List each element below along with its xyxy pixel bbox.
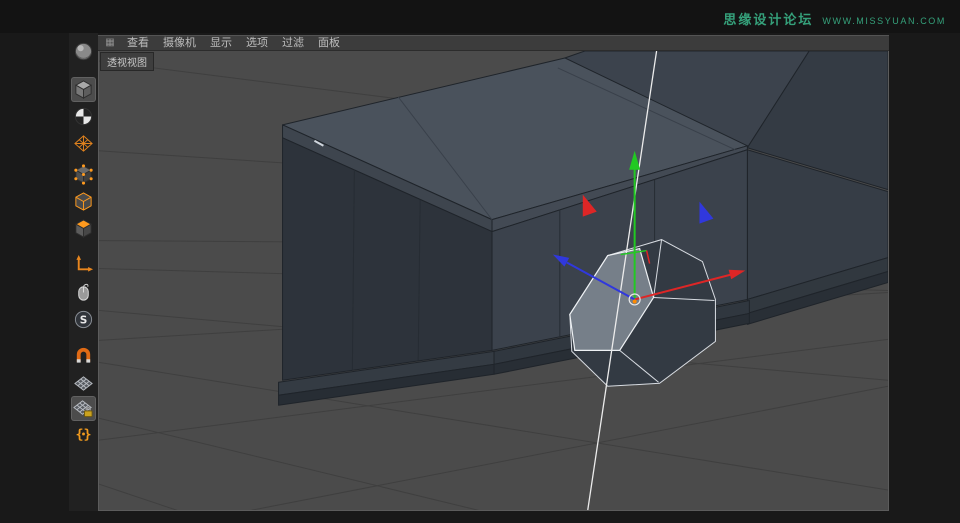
tool-edges-mode[interactable] (72, 190, 95, 213)
polygons-mode-icon (74, 219, 93, 238)
menu-options[interactable]: 选项 (239, 36, 275, 50)
top-title-bar: 思缘设计论坛 WWW.MISSYUAN.COM (0, 0, 960, 33)
tool-magnet[interactable] (72, 343, 95, 366)
tool-axis-mode[interactable] (72, 253, 95, 276)
brackets-icon: {} (75, 427, 91, 442)
menu-filter[interactable]: 过滤 (275, 36, 311, 50)
forum-watermark: 思缘设计论坛 WWW.MISSYUAN.COM (723, 9, 946, 28)
viewport-grip-icon[interactable]: ▦ (100, 36, 120, 50)
points-mode-icon (74, 164, 93, 185)
navigation-ball-icon (74, 42, 93, 61)
tool-snap[interactable]: S (72, 308, 95, 331)
tool-mouse-input[interactable] (72, 281, 95, 304)
tool-workplane-mode[interactable] (72, 132, 95, 155)
menu-view[interactable]: 查看 (120, 36, 156, 50)
grid-lock-icon (73, 400, 93, 418)
menu-camera[interactable]: 摄像机 (156, 36, 203, 50)
tool-polygons-mode[interactable] (72, 217, 95, 240)
svg-text:S: S (80, 314, 88, 326)
gizmo-center-dot (632, 299, 637, 304)
tool-sidebar: S {} (69, 33, 98, 511)
tool-points-mode[interactable] (72, 163, 95, 186)
tool-workplane-brackets[interactable]: {} (72, 422, 95, 445)
tool-navigation-ball[interactable] (72, 40, 95, 63)
watermark-url-text: WWW.MISSYUAN.COM (822, 16, 946, 26)
tool-texture-mode[interactable] (72, 105, 95, 128)
model-mode-cube-icon (74, 80, 93, 99)
snap-icon: S (74, 310, 93, 329)
magnet-icon (76, 347, 91, 363)
perspective-viewport[interactable]: 透视视图 (98, 51, 889, 511)
texture-mode-icon (74, 107, 93, 126)
menu-panel[interactable]: 面板 (311, 36, 347, 50)
axis-mode-icon (76, 254, 94, 272)
edges-mode-icon (75, 192, 92, 211)
cinema4d-window: 思缘设计论坛 WWW.MISSYUAN.COM S ▦ 查看 摄像机 显示 选项… (0, 0, 960, 523)
mouse-icon (78, 283, 89, 301)
menu-display[interactable]: 显示 (203, 36, 239, 50)
viewport-menubar: ▦ 查看 摄像机 显示 选项 过滤 面板 (98, 35, 889, 51)
quantize-grid-icon (74, 376, 93, 391)
tool-grid-lock[interactable] (72, 397, 95, 420)
watermark-chinese-text: 思缘设计论坛 (723, 12, 814, 27)
tool-model-mode[interactable] (72, 78, 95, 101)
tool-quantize-grid[interactable] (72, 372, 95, 395)
workplane-grid-icon (74, 135, 93, 152)
viewport-label[interactable]: 透视视图 (100, 52, 154, 71)
scene-canvas[interactable] (99, 51, 888, 510)
